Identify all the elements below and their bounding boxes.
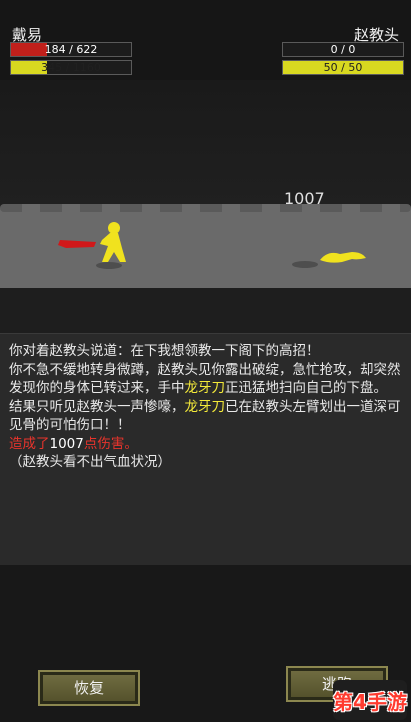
battle-screen: 戴易 184 / 622 345 / 1160 赵教头 0 / 0 50 / 5…	[0, 0, 411, 722]
player-hp-text: 184 / 622	[44, 43, 98, 56]
enemy-hp-text: 0 / 0	[330, 43, 356, 56]
log-weapon-name-2: 龙牙刀	[184, 398, 226, 415]
enemy-mp-text: 50 / 50	[323, 61, 363, 74]
log-line-attack: 你不急不缓地转身微蹲，赵教头见你露出破绽，急忙抢攻，却突然发现你的身体已转过来，…	[9, 361, 403, 398]
enemy-shadow	[292, 261, 318, 268]
status-hud: 戴易 184 / 622 345 / 1160 赵教头 0 / 0 50 / 5…	[0, 0, 411, 80]
arena-lower-band	[0, 288, 411, 333]
combat-log-text: 你对着赵教头说道：在下我想领教一下阁下的高招！ 你不急不缓地转身微蹲，赵教头见你…	[9, 342, 403, 472]
floating-damage-number: 1007	[284, 189, 325, 208]
enemy-fallen-sprite	[320, 252, 366, 263]
log-result-text: 结果只听见赵教头一声惨嚎，	[9, 398, 185, 415]
player-fighter-sprite	[58, 222, 126, 262]
log-damage-prefix: 造成了	[9, 435, 50, 452]
log-line-challenge: 你对着赵教头说道：在下我想领教一下阁下的高招！	[9, 343, 320, 359]
log-line-damage: 造成了1007点伤害。	[9, 435, 403, 454]
player-mp-bar: 345 / 1160	[10, 60, 132, 75]
restore-button[interactable]: 恢复	[38, 670, 140, 706]
player-mp-text: 345 / 1160	[41, 61, 101, 74]
combat-log-panel: 你对着赵教头说道：在下我想领教一下阁下的高招！ 你不急不缓地转身微蹲，赵教头见你…	[0, 333, 411, 566]
log-line-status: （赵教头看不出气血状况）	[9, 454, 171, 470]
log-attack-text-end: 正迅猛地扫向自己的下盘。	[225, 380, 387, 396]
site-logo: 第4手游	[333, 680, 407, 720]
log-damage-value: 1007	[49, 435, 84, 452]
player-hp-bar: 184 / 622	[10, 42, 132, 57]
enemy-hp-bar: 0 / 0	[282, 42, 404, 57]
arena-sky	[0, 80, 411, 210]
enemy-mp-bar: 50 / 50	[282, 60, 404, 75]
log-line-result: 结果只听见赵教头一声惨嚎，龙牙刀已在赵教头左臂划出一道深可见骨的可怕伤口！！	[9, 398, 403, 435]
log-weapon-name: 龙牙刀	[184, 380, 226, 396]
log-damage-suffix: 点伤害。	[83, 435, 138, 452]
